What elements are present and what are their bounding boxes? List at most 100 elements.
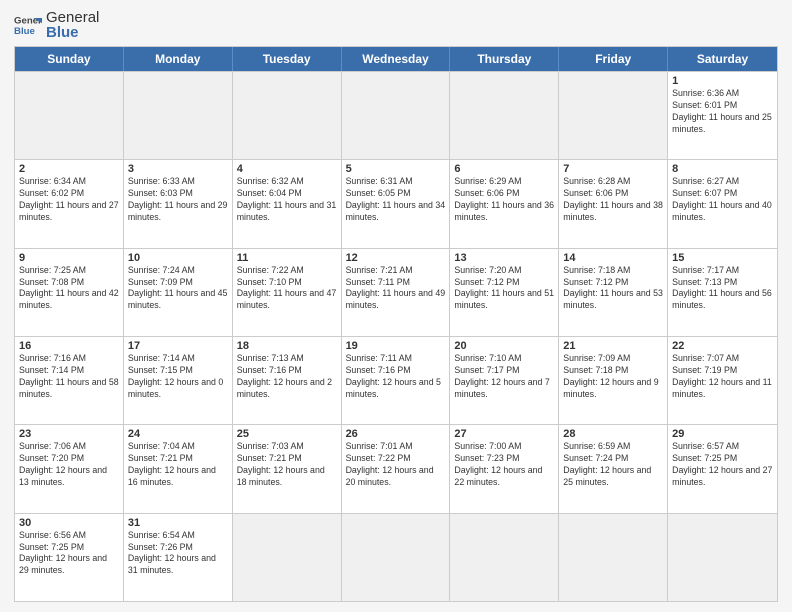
day-number: 2 <box>19 163 119 175</box>
day-number: 19 <box>346 340 446 352</box>
calendar-header: SundayMondayTuesdayWednesdayThursdayFrid… <box>15 47 777 71</box>
day-number: 25 <box>237 428 337 440</box>
calendar-cell: 22Sunrise: 7:07 AMSunset: 7:19 PMDayligh… <box>668 337 777 424</box>
calendar-cell: 28Sunrise: 6:59 AMSunset: 7:24 PMDayligh… <box>559 425 668 512</box>
day-number: 31 <box>128 517 228 529</box>
day-info: Sunrise: 7:22 AMSunset: 7:10 PMDaylight:… <box>237 265 337 313</box>
calendar-cell <box>15 72 124 159</box>
day-info: Sunrise: 6:56 AMSunset: 7:25 PMDaylight:… <box>19 530 119 578</box>
calendar-cell: 8Sunrise: 6:27 AMSunset: 6:07 PMDaylight… <box>668 160 777 247</box>
day-number: 7 <box>563 163 663 175</box>
day-number: 18 <box>237 340 337 352</box>
calendar-cell <box>124 72 233 159</box>
calendar-cell: 16Sunrise: 7:16 AMSunset: 7:14 PMDayligh… <box>15 337 124 424</box>
calendar-cell: 12Sunrise: 7:21 AMSunset: 7:11 PMDayligh… <box>342 249 451 336</box>
day-info: Sunrise: 7:21 AMSunset: 7:11 PMDaylight:… <box>346 265 446 313</box>
day-info: Sunrise: 7:16 AMSunset: 7:14 PMDaylight:… <box>19 353 119 401</box>
day-info: Sunrise: 7:03 AMSunset: 7:21 PMDaylight:… <box>237 441 337 489</box>
calendar-cell <box>450 72 559 159</box>
calendar-cell <box>233 514 342 601</box>
day-number: 22 <box>672 340 773 352</box>
day-number: 30 <box>19 517 119 529</box>
calendar-cell: 4Sunrise: 6:32 AMSunset: 6:04 PMDaylight… <box>233 160 342 247</box>
calendar-cell: 9Sunrise: 7:25 AMSunset: 7:08 PMDaylight… <box>15 249 124 336</box>
header-day-tuesday: Tuesday <box>233 47 342 71</box>
calendar-cell <box>450 514 559 601</box>
calendar-cell: 18Sunrise: 7:13 AMSunset: 7:16 PMDayligh… <box>233 337 342 424</box>
calendar-row-1: 2Sunrise: 6:34 AMSunset: 6:02 PMDaylight… <box>15 159 777 247</box>
calendar-row-2: 9Sunrise: 7:25 AMSunset: 7:08 PMDaylight… <box>15 248 777 336</box>
day-info: Sunrise: 7:01 AMSunset: 7:22 PMDaylight:… <box>346 441 446 489</box>
day-info: Sunrise: 6:34 AMSunset: 6:02 PMDaylight:… <box>19 176 119 224</box>
calendar-cell: 20Sunrise: 7:10 AMSunset: 7:17 PMDayligh… <box>450 337 559 424</box>
day-number: 24 <box>128 428 228 440</box>
calendar-cell: 6Sunrise: 6:29 AMSunset: 6:06 PMDaylight… <box>450 160 559 247</box>
header-day-sunday: Sunday <box>15 47 124 71</box>
day-info: Sunrise: 7:07 AMSunset: 7:19 PMDaylight:… <box>672 353 773 401</box>
calendar-cell: 10Sunrise: 7:24 AMSunset: 7:09 PMDayligh… <box>124 249 233 336</box>
day-number: 5 <box>346 163 446 175</box>
day-info: Sunrise: 6:54 AMSunset: 7:26 PMDaylight:… <box>128 530 228 578</box>
day-info: Sunrise: 7:25 AMSunset: 7:08 PMDaylight:… <box>19 265 119 313</box>
day-number: 26 <box>346 428 446 440</box>
day-number: 29 <box>672 428 773 440</box>
header-day-friday: Friday <box>559 47 668 71</box>
day-number: 10 <box>128 252 228 264</box>
day-number: 9 <box>19 252 119 264</box>
day-info: Sunrise: 6:36 AMSunset: 6:01 PMDaylight:… <box>672 88 773 136</box>
day-info: Sunrise: 6:29 AMSunset: 6:06 PMDaylight:… <box>454 176 554 224</box>
calendar-body: 1Sunrise: 6:36 AMSunset: 6:01 PMDaylight… <box>15 71 777 601</box>
header-day-saturday: Saturday <box>668 47 777 71</box>
day-info: Sunrise: 7:00 AMSunset: 7:23 PMDaylight:… <box>454 441 554 489</box>
svg-text:General: General <box>14 15 42 26</box>
logo-blue-text: Blue <box>46 25 99 40</box>
day-info: Sunrise: 6:31 AMSunset: 6:05 PMDaylight:… <box>346 176 446 224</box>
header-day-thursday: Thursday <box>450 47 559 71</box>
calendar-cell <box>559 514 668 601</box>
calendar-cell: 21Sunrise: 7:09 AMSunset: 7:18 PMDayligh… <box>559 337 668 424</box>
calendar-row-3: 16Sunrise: 7:16 AMSunset: 7:14 PMDayligh… <box>15 336 777 424</box>
calendar-cell: 17Sunrise: 7:14 AMSunset: 7:15 PMDayligh… <box>124 337 233 424</box>
calendar-cell: 19Sunrise: 7:11 AMSunset: 7:16 PMDayligh… <box>342 337 451 424</box>
logo-general-text: General <box>46 10 99 25</box>
calendar-cell <box>342 514 451 601</box>
day-number: 8 <box>672 163 773 175</box>
calendar-cell: 3Sunrise: 6:33 AMSunset: 6:03 PMDaylight… <box>124 160 233 247</box>
calendar-cell: 29Sunrise: 6:57 AMSunset: 7:25 PMDayligh… <box>668 425 777 512</box>
calendar: SundayMondayTuesdayWednesdayThursdayFrid… <box>14 46 778 602</box>
day-info: Sunrise: 7:17 AMSunset: 7:13 PMDaylight:… <box>672 265 773 313</box>
day-info: Sunrise: 7:20 AMSunset: 7:12 PMDaylight:… <box>454 265 554 313</box>
day-info: Sunrise: 7:04 AMSunset: 7:21 PMDaylight:… <box>128 441 228 489</box>
calendar-cell: 15Sunrise: 7:17 AMSunset: 7:13 PMDayligh… <box>668 249 777 336</box>
calendar-cell: 11Sunrise: 7:22 AMSunset: 7:10 PMDayligh… <box>233 249 342 336</box>
day-number: 14 <box>563 252 663 264</box>
calendar-cell <box>233 72 342 159</box>
day-info: Sunrise: 7:13 AMSunset: 7:16 PMDaylight:… <box>237 353 337 401</box>
svg-text:Blue: Blue <box>14 26 35 37</box>
calendar-cell: 31Sunrise: 6:54 AMSunset: 7:26 PMDayligh… <box>124 514 233 601</box>
page-header: General Blue General Blue <box>14 10 778 40</box>
day-info: Sunrise: 7:18 AMSunset: 7:12 PMDaylight:… <box>563 265 663 313</box>
calendar-cell: 23Sunrise: 7:06 AMSunset: 7:20 PMDayligh… <box>15 425 124 512</box>
day-info: Sunrise: 6:59 AMSunset: 7:24 PMDaylight:… <box>563 441 663 489</box>
day-info: Sunrise: 6:28 AMSunset: 6:06 PMDaylight:… <box>563 176 663 224</box>
calendar-cell <box>668 514 777 601</box>
day-number: 3 <box>128 163 228 175</box>
day-number: 4 <box>237 163 337 175</box>
calendar-cell: 1Sunrise: 6:36 AMSunset: 6:01 PMDaylight… <box>668 72 777 159</box>
day-number: 11 <box>237 252 337 264</box>
calendar-cell: 7Sunrise: 6:28 AMSunset: 6:06 PMDaylight… <box>559 160 668 247</box>
day-info: Sunrise: 6:32 AMSunset: 6:04 PMDaylight:… <box>237 176 337 224</box>
day-number: 23 <box>19 428 119 440</box>
day-info: Sunrise: 7:10 AMSunset: 7:17 PMDaylight:… <box>454 353 554 401</box>
calendar-cell <box>559 72 668 159</box>
day-number: 16 <box>19 340 119 352</box>
calendar-row-0: 1Sunrise: 6:36 AMSunset: 6:01 PMDaylight… <box>15 71 777 159</box>
calendar-cell: 25Sunrise: 7:03 AMSunset: 7:21 PMDayligh… <box>233 425 342 512</box>
day-number: 13 <box>454 252 554 264</box>
day-number: 12 <box>346 252 446 264</box>
header-day-wednesday: Wednesday <box>342 47 451 71</box>
header-day-monday: Monday <box>124 47 233 71</box>
day-number: 28 <box>563 428 663 440</box>
logo: General Blue General Blue <box>14 10 99 40</box>
